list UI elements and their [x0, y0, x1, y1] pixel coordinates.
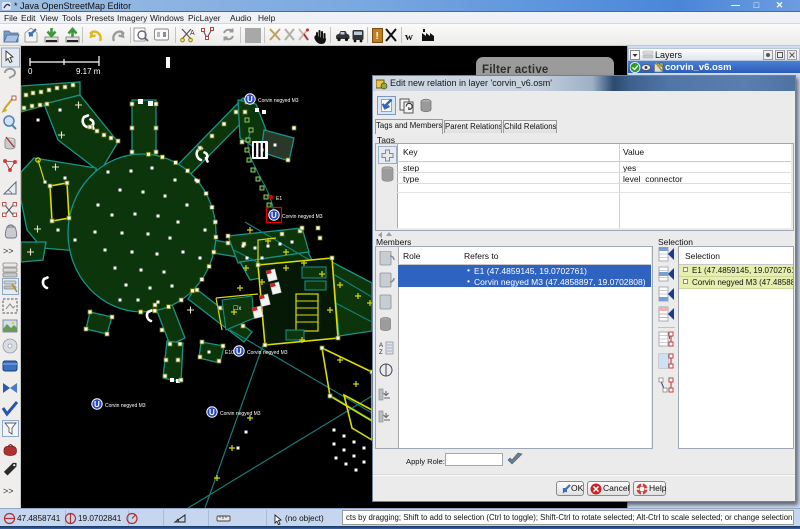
svg-text:E10: E10	[225, 350, 234, 356]
svg-text:9.17 m: 9.17 m	[76, 67, 101, 76]
svg-text:>>: >>	[3, 486, 14, 496]
svg-text:A: A	[379, 343, 383, 349]
svg-text:A: A	[190, 30, 195, 37]
svg-text:!: !	[376, 31, 379, 42]
svg-text:U: U	[247, 95, 253, 104]
svg-text:Corvin negyed M3: Corvin negyed M3	[258, 98, 299, 104]
svg-text:U: U	[271, 211, 277, 220]
svg-text:Corvin negyed M3: Corvin negyed M3	[282, 214, 323, 220]
svg-text:>>: >>	[3, 246, 14, 256]
svg-text:w: w	[405, 31, 413, 43]
svg-text:U: U	[94, 400, 100, 409]
svg-text:U: U	[236, 347, 242, 356]
svg-text:0: 0	[28, 67, 33, 76]
svg-text:Corvin negyed M3: Corvin negyed M3	[220, 411, 261, 417]
svg-text:Corvin negyed M3: Corvin negyed M3	[247, 350, 288, 356]
svg-text:E1: E1	[276, 196, 282, 202]
svg-text:U: U	[209, 408, 215, 417]
svg-text:Corvin negyed M3: Corvin negyed M3	[105, 403, 146, 409]
svg-text:Z: Z	[379, 350, 383, 356]
